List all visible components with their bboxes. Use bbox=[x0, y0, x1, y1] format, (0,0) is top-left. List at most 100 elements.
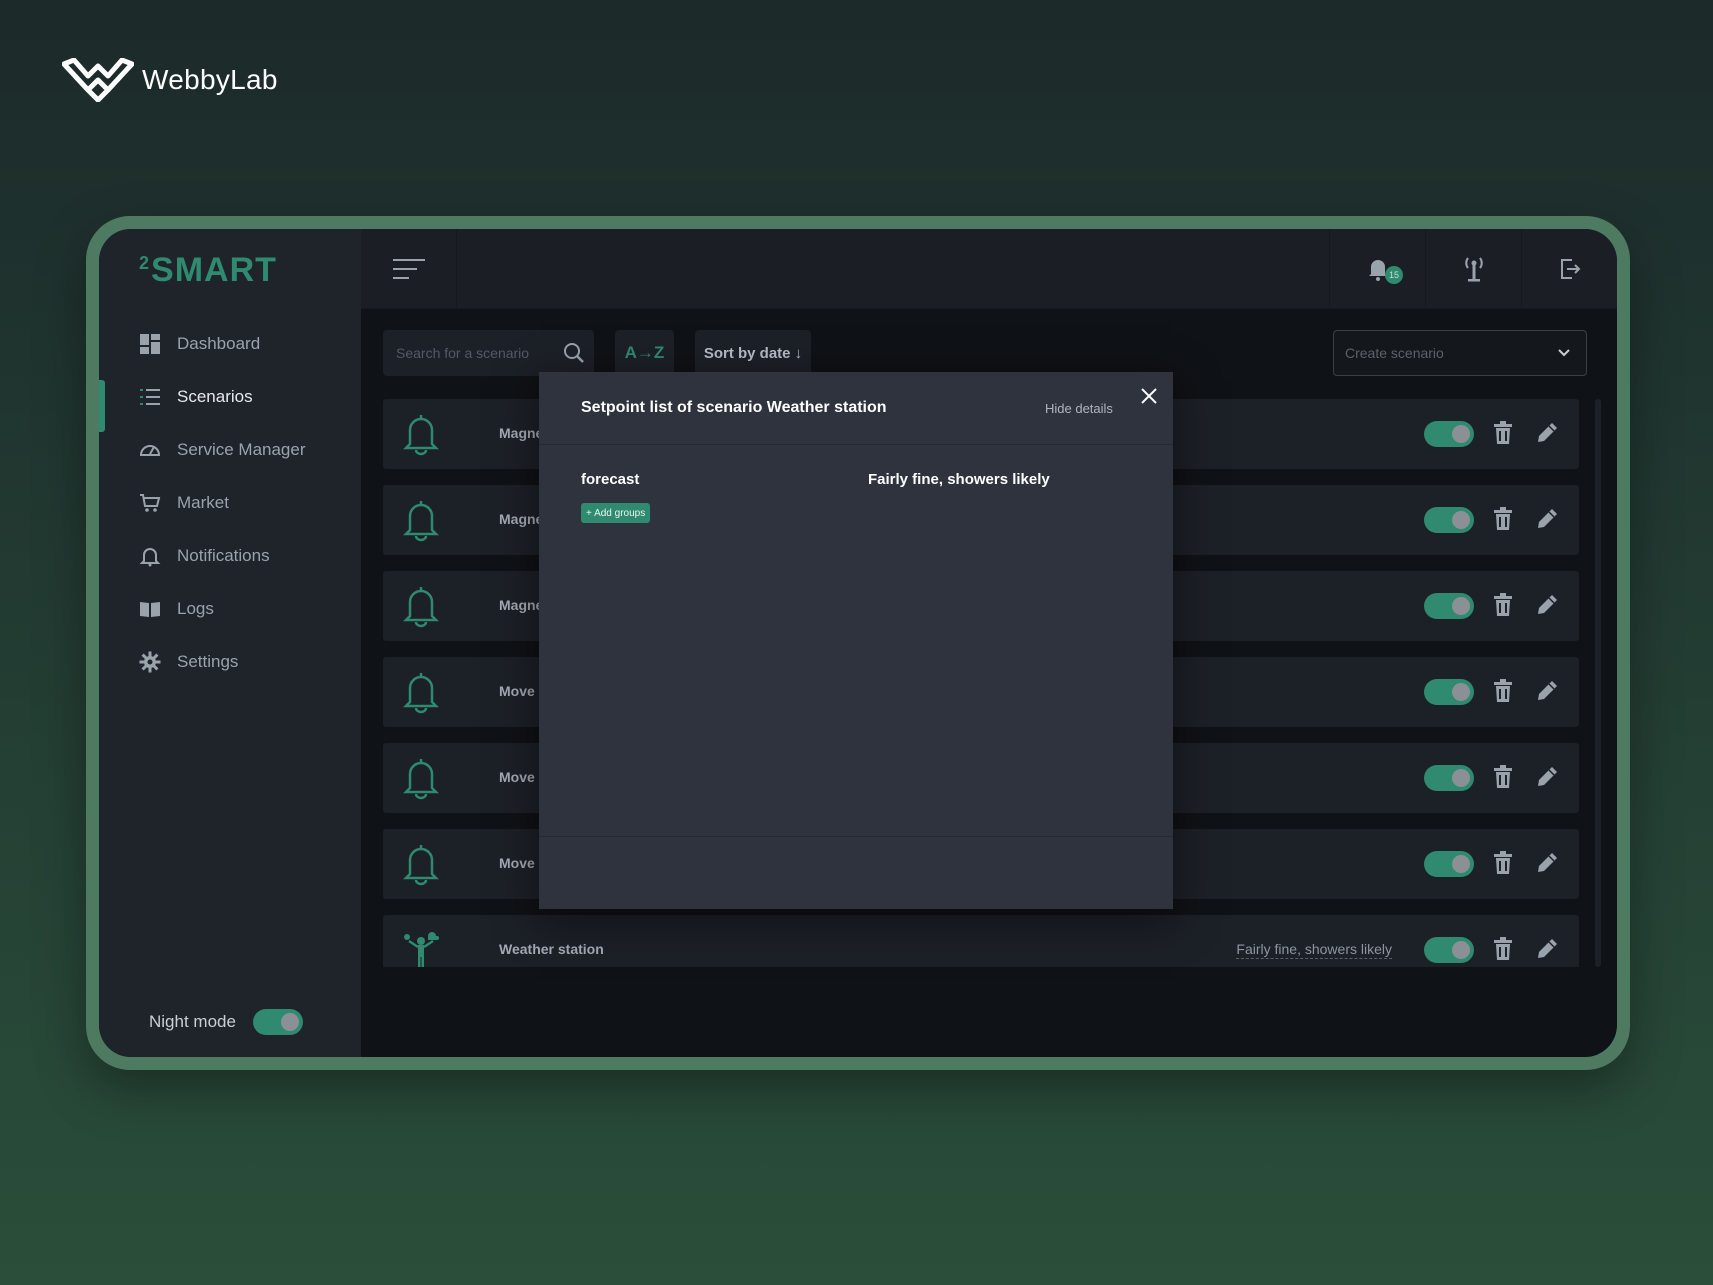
brand-name: WebbyLab bbox=[142, 64, 278, 95]
gear-icon bbox=[139, 651, 161, 673]
sidebar-item-label: Settings bbox=[177, 651, 239, 671]
notification-badge: 15 bbox=[1385, 266, 1403, 284]
sort-alpha-button[interactable]: A→Z bbox=[615, 330, 674, 376]
toolbar: A→Z Sort by date ↓ Create scenario bbox=[383, 330, 1587, 376]
trash-icon[interactable] bbox=[1493, 851, 1513, 875]
chevron-down-icon bbox=[1558, 349, 1570, 357]
pencil-icon[interactable] bbox=[1535, 679, 1559, 703]
bell-icon bbox=[401, 583, 441, 629]
sidebar-item-scenarios[interactable]: Scenarios bbox=[99, 370, 361, 432]
scenario-toggle[interactable] bbox=[1424, 765, 1474, 791]
trash-icon[interactable] bbox=[1493, 765, 1513, 789]
scenario-toggle[interactable] bbox=[1424, 421, 1474, 447]
sidebar-item-label: Scenarios bbox=[177, 386, 253, 406]
menu-button[interactable] bbox=[361, 229, 457, 309]
trash-icon[interactable] bbox=[1493, 937, 1513, 961]
topbar: 15 bbox=[361, 229, 1617, 309]
setpoint-value: Fairly fine, showers likely bbox=[868, 471, 1050, 488]
sidebar-item-logs[interactable]: Logs bbox=[99, 582, 361, 635]
search-input[interactable] bbox=[396, 345, 556, 361]
scenario-row-weather-station[interactable]: Weather station Fairly fine, showers lik… bbox=[383, 915, 1579, 967]
device-frame: 2SMART Dashboard Scenarios Service Manag… bbox=[86, 216, 1630, 1070]
create-scenario-placeholder: Create scenario bbox=[1345, 345, 1444, 361]
trash-icon[interactable] bbox=[1493, 679, 1513, 703]
scenario-toggle[interactable] bbox=[1424, 507, 1474, 533]
bell-icon bbox=[401, 411, 441, 457]
night-mode: Night mode bbox=[149, 1009, 303, 1035]
bell-icon bbox=[401, 669, 441, 715]
connection-button[interactable] bbox=[1425, 229, 1521, 309]
book-icon bbox=[139, 598, 161, 620]
scenario-toggle[interactable] bbox=[1424, 679, 1474, 705]
modal-footer bbox=[539, 836, 1173, 909]
pencil-icon[interactable] bbox=[1535, 507, 1559, 531]
hide-details-link[interactable]: Hide details bbox=[1045, 401, 1113, 416]
pencil-icon[interactable] bbox=[1535, 937, 1559, 961]
trash-icon[interactable] bbox=[1493, 593, 1513, 617]
add-groups-button[interactable]: + Add groups bbox=[581, 503, 651, 523]
sidebar-item-label: Service Manager bbox=[177, 439, 306, 459]
modal-body: forecast Fairly fine, showers likely + A… bbox=[539, 445, 1173, 835]
create-scenario-select[interactable]: Create scenario bbox=[1333, 330, 1587, 376]
app-logo-sup: 2 bbox=[139, 253, 151, 273]
pencil-icon[interactable] bbox=[1535, 765, 1559, 789]
sidebar-item-notifications[interactable]: Notifications bbox=[99, 529, 361, 582]
scenario-name: Magne bbox=[499, 597, 544, 613]
search-box bbox=[383, 330, 594, 376]
setpoint-modal: Setpoint list of scenario Weather statio… bbox=[539, 372, 1173, 909]
sort-date-button[interactable]: Sort by date ↓ bbox=[695, 330, 811, 376]
webbylab-logo-icon bbox=[62, 58, 134, 102]
logout-button[interactable] bbox=[1521, 229, 1617, 309]
cart-icon bbox=[139, 492, 161, 514]
sidebar-item-dashboard[interactable]: Dashboard bbox=[99, 317, 361, 370]
close-icon[interactable] bbox=[1139, 386, 1159, 406]
pencil-icon[interactable] bbox=[1535, 421, 1559, 445]
sidebar-nav: Dashboard Scenarios Service Manager Mark… bbox=[99, 317, 361, 688]
modal-title: Setpoint list of scenario Weather statio… bbox=[581, 399, 887, 416]
night-mode-toggle[interactable] bbox=[252, 1009, 303, 1035]
app-logo-text: SMART bbox=[151, 251, 277, 289]
scrollbar[interactable] bbox=[1595, 399, 1601, 967]
list-icon bbox=[139, 386, 161, 408]
sidebar-item-label: Notifications bbox=[177, 545, 270, 565]
antenna-icon bbox=[1464, 257, 1483, 282]
scenario-toggle[interactable] bbox=[1424, 593, 1474, 619]
notifications-button[interactable]: 15 bbox=[1329, 229, 1425, 309]
bell-icon bbox=[401, 841, 441, 887]
logout-icon bbox=[1560, 259, 1580, 279]
scenario-name: Move l bbox=[499, 855, 543, 871]
night-mode-label: Night mode bbox=[149, 1012, 236, 1031]
weather-icon bbox=[401, 927, 441, 967]
scenario-name: Weather station bbox=[499, 941, 604, 957]
sidebar-item-settings[interactable]: Settings bbox=[99, 635, 361, 688]
trash-icon[interactable] bbox=[1493, 507, 1513, 531]
bell-icon bbox=[401, 755, 441, 801]
trash-icon[interactable] bbox=[1493, 421, 1513, 445]
bell-icon bbox=[401, 497, 441, 543]
sidebar-item-label: Dashboard bbox=[177, 333, 261, 353]
sidebar: 2SMART Dashboard Scenarios Service Manag… bbox=[99, 229, 361, 1057]
scenario-name: Magne bbox=[499, 511, 544, 527]
app-logo[interactable]: 2SMART bbox=[139, 251, 277, 290]
gauge-icon bbox=[139, 439, 161, 461]
pencil-icon[interactable] bbox=[1535, 593, 1559, 617]
dashboard-icon bbox=[139, 333, 161, 355]
search-icon[interactable] bbox=[563, 342, 585, 364]
pencil-icon[interactable] bbox=[1535, 851, 1559, 875]
sidebar-item-label: Market bbox=[177, 492, 229, 512]
setpoint-key: forecast bbox=[581, 471, 640, 488]
webbylab-brand: WebbyLab bbox=[62, 58, 278, 102]
main-content: 15 A→Z Sort by date ↓ Create scenario bbox=[361, 229, 1617, 1057]
sidebar-item-market[interactable]: Market bbox=[99, 476, 361, 529]
scenario-name: Move l bbox=[499, 769, 543, 785]
sidebar-item-service-manager[interactable]: Service Manager bbox=[99, 423, 361, 476]
app-screen: 2SMART Dashboard Scenarios Service Manag… bbox=[99, 229, 1617, 1057]
sidebar-item-label: Logs bbox=[177, 598, 214, 618]
scenario-name: Move l bbox=[499, 683, 543, 699]
scenario-status[interactable]: Fairly fine, showers likely bbox=[1236, 941, 1392, 959]
modal-header: Setpoint list of scenario Weather statio… bbox=[539, 372, 1173, 445]
hamburger-icon bbox=[392, 259, 425, 279]
scenario-name: Magne bbox=[499, 425, 544, 441]
scenario-toggle[interactable] bbox=[1424, 937, 1474, 963]
scenario-toggle[interactable] bbox=[1424, 851, 1474, 877]
